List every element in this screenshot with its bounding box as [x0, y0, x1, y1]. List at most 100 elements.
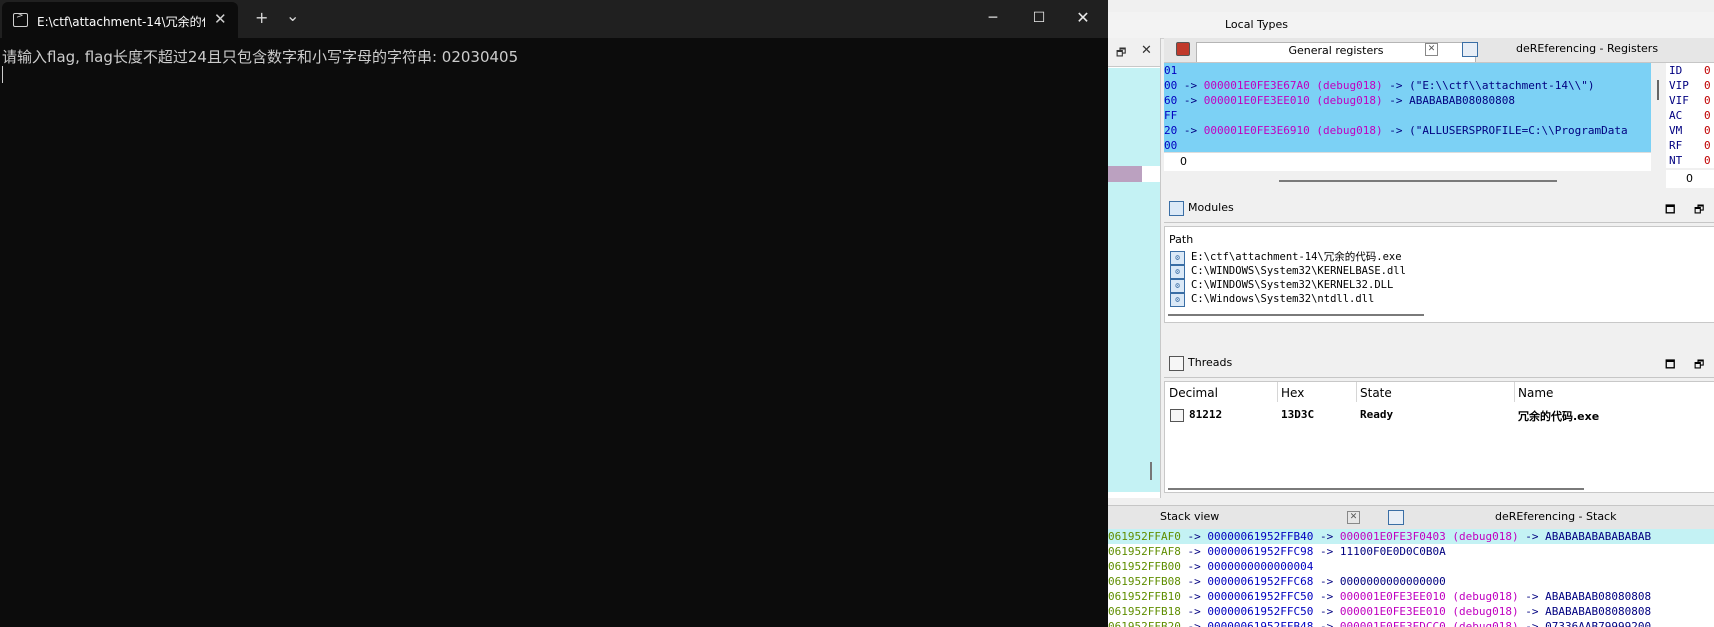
- segment-name: (debug018): [1309, 94, 1383, 107]
- flag-name: VIF: [1669, 94, 1689, 107]
- tab-dropdown-button[interactable]: ⌄: [286, 6, 299, 25]
- maximize-icon[interactable]: 🗖: [1665, 201, 1675, 220]
- arrow: ->: [1177, 124, 1204, 137]
- tab-stack-view[interactable]: Stack view: [1160, 510, 1219, 527]
- arrow: ->: [1313, 605, 1340, 618]
- col-hex[interactable]: Hex: [1281, 386, 1304, 400]
- modules-list[interactable]: Path ⚙ E:\ctf\attachment-14\冗余的代码.exe ⚙ C:\…: [1164, 226, 1714, 323]
- pointer-address: 000001E0FE3EDCC0: [1339, 620, 1446, 627]
- deref-value: -> ("ALLUSERSPROFILE=C:\\ProgramData: [1382, 124, 1628, 137]
- col-name[interactable]: Name: [1518, 386, 1553, 400]
- flags-view[interactable]: ID 0 VIP 0 VIF 0 AC 0 VM 0 RF 0 NT 0: [1666, 63, 1714, 168]
- col-path[interactable]: Path: [1165, 227, 1714, 250]
- module-row[interactable]: ⚙ C:\WINDOWS\System32\KERNEL32.DLL: [1165, 278, 1714, 293]
- modules-title: Modules: [1188, 201, 1234, 214]
- threads-list[interactable]: Decimal Hex State Name 81212 13D3C Ready…: [1164, 381, 1714, 493]
- stack-line[interactable]: 061952FFAF8 -> 00000061952FFC98 -> 11100…: [1108, 544, 1714, 559]
- terminal-titlebar: E:\ctf\attachment-14\冗余的代 ✕ + ⌄ ─ ☐ ✕: [0, 0, 1108, 38]
- register-line[interactable]: FF: [1164, 108, 1651, 123]
- arrow: ->: [1313, 530, 1340, 543]
- registers-hscroll[interactable]: [1279, 180, 1557, 182]
- flag-row[interactable]: VM 0: [1666, 123, 1714, 138]
- stack-value: 00000061952FFC68: [1207, 575, 1314, 588]
- deref-icon: [1462, 42, 1478, 57]
- registers-panel-header: General registers ✕ deREferencing - Regi…: [1164, 38, 1714, 63]
- pointer-address: 000001E0FE3E6910: [1203, 124, 1310, 137]
- module-icon: ⚙: [1170, 293, 1185, 307]
- stack-line[interactable]: 061952FFB10 -> 00000061952FFC50 -> 00000…: [1108, 589, 1714, 604]
- tab-local-types[interactable]: Local Types: [1225, 18, 1288, 31]
- flag-name: VIP: [1669, 79, 1689, 92]
- maximize-button[interactable]: ☐: [1016, 6, 1062, 32]
- close-icon[interactable]: ✕: [1141, 43, 1152, 58]
- modules-hscroll[interactable]: [1168, 314, 1424, 316]
- close-tab-icon[interactable]: ✕: [1347, 511, 1360, 524]
- arrow: ->: [1313, 545, 1340, 558]
- flag-name: RF: [1669, 139, 1683, 152]
- column-separator: [1277, 382, 1278, 402]
- restore-icon[interactable]: 🗗: [1116, 44, 1126, 63]
- register-line[interactable]: 01: [1164, 63, 1651, 78]
- flag-value: 0: [1704, 109, 1711, 122]
- terminal-tab[interactable]: E:\ctf\attachment-14\冗余的代 ✕: [2, 2, 238, 38]
- flag-row[interactable]: RF 0: [1666, 138, 1714, 153]
- close-button[interactable]: ✕: [1060, 6, 1106, 32]
- disassembly-strip[interactable]: 🗗 ✕: [1108, 38, 1161, 498]
- text-cursor: [2, 66, 3, 83]
- register-line[interactable]: 20 -> 000001E0FE3E6910 (debug018) -> ("A…: [1164, 123, 1651, 138]
- flag-row[interactable]: ID 0: [1666, 63, 1714, 78]
- minimize-button[interactable]: ─: [970, 6, 1016, 32]
- segment-name: (debug018): [1309, 124, 1383, 137]
- flag-row[interactable]: VIP 0: [1666, 78, 1714, 93]
- stack-line[interactable]: 061952FFAF0 -> 00000061952FFB40 -> 00000…: [1108, 529, 1714, 544]
- module-row[interactable]: ⚙ C:\Windows\System32\ntdll.dll: [1165, 292, 1714, 307]
- restore-icon[interactable]: 🗗: [1694, 201, 1704, 220]
- col-state[interactable]: State: [1360, 386, 1392, 400]
- stack-address: 061952FFB20: [1108, 620, 1181, 627]
- stack-address: 061952FFB18: [1108, 605, 1181, 618]
- flag-row[interactable]: VIF 0: [1666, 93, 1714, 108]
- stack-value: 00000061952FFC50: [1207, 590, 1314, 603]
- close-tab-icon[interactable]: ✕: [214, 10, 227, 28]
- stack-value: 0000000000000004: [1207, 560, 1314, 573]
- stack-value: 00000061952FFC50: [1207, 605, 1314, 618]
- flag-value: 0: [1704, 79, 1711, 92]
- scroll-thumb[interactable]: [1150, 462, 1152, 480]
- stack-value: 00000061952FFB48: [1207, 620, 1314, 627]
- flag-row[interactable]: AC 0: [1666, 108, 1714, 123]
- module-row[interactable]: ⚙ C:\WINDOWS\System32\KERNELBASE.dll: [1165, 264, 1714, 279]
- stack-line[interactable]: 061952FFB18 -> 00000061952FFC50 -> 00000…: [1108, 604, 1714, 619]
- arrow: ->: [1180, 620, 1208, 627]
- stack-line[interactable]: 061952FFB00 -> 0000000000000004: [1108, 559, 1714, 574]
- bug-icon: [1176, 42, 1190, 56]
- stack-line[interactable]: 061952FFB08 -> 00000061952FFC68 -> 00000…: [1108, 574, 1714, 589]
- stack-value: 00000061952FFB40: [1207, 530, 1314, 543]
- close-tab-icon[interactable]: ✕: [1425, 43, 1438, 56]
- restore-icon[interactable]: 🗗: [1694, 356, 1704, 375]
- register-line[interactable]: 00 -> 000001E0FE3E67A0 (debug018) -> ("E…: [1164, 78, 1651, 93]
- module-path: C:\WINDOWS\System32\KERNEL32.DLL: [1191, 279, 1394, 291]
- segment-name: (debug018): [1445, 620, 1519, 627]
- deref-icon: [1388, 510, 1404, 525]
- register-line[interactable]: 60 -> 000001E0FE3EE010 (debug018) -> ABA…: [1164, 93, 1651, 108]
- terminal-window[interactable]: E:\ctf\attachment-14\冗余的代 ✕ + ⌄ ─ ☐ ✕ 请输…: [0, 0, 1108, 627]
- deref-value: -> ABABABAB08080808: [1382, 94, 1516, 107]
- tab-deref-stack[interactable]: deREferencing - Stack: [1495, 510, 1616, 527]
- stack-address: 061952FFAF0: [1108, 530, 1181, 543]
- tab-deref-registers[interactable]: deREferencing - Registers: [1516, 42, 1658, 59]
- new-tab-button[interactable]: +: [255, 8, 268, 27]
- stack-line[interactable]: 061952FFB20 -> 00000061952FFB48 -> 00000…: [1108, 619, 1714, 627]
- flag-name: NT: [1669, 154, 1683, 167]
- threads-hscroll[interactable]: [1168, 488, 1584, 490]
- registers-vscroll[interactable]: [1657, 80, 1659, 100]
- flag-row[interactable]: NT 0: [1666, 153, 1714, 168]
- register-line[interactable]: 00: [1164, 138, 1651, 153]
- module-icon: ⚙: [1170, 279, 1185, 293]
- register-value: 00: [1164, 79, 1178, 92]
- stack-view[interactable]: 061952FFAF0 -> 00000061952FFB40 -> 00000…: [1108, 529, 1714, 627]
- maximize-icon[interactable]: 🗖: [1665, 356, 1675, 375]
- stack-address: 061952FFB00: [1108, 560, 1181, 573]
- top-tab-strip: Local Types: [1108, 12, 1714, 39]
- module-row[interactable]: ⚙ E:\ctf\attachment-14\冗余的代码.exe: [1165, 250, 1714, 265]
- col-decimal[interactable]: Decimal: [1169, 386, 1218, 400]
